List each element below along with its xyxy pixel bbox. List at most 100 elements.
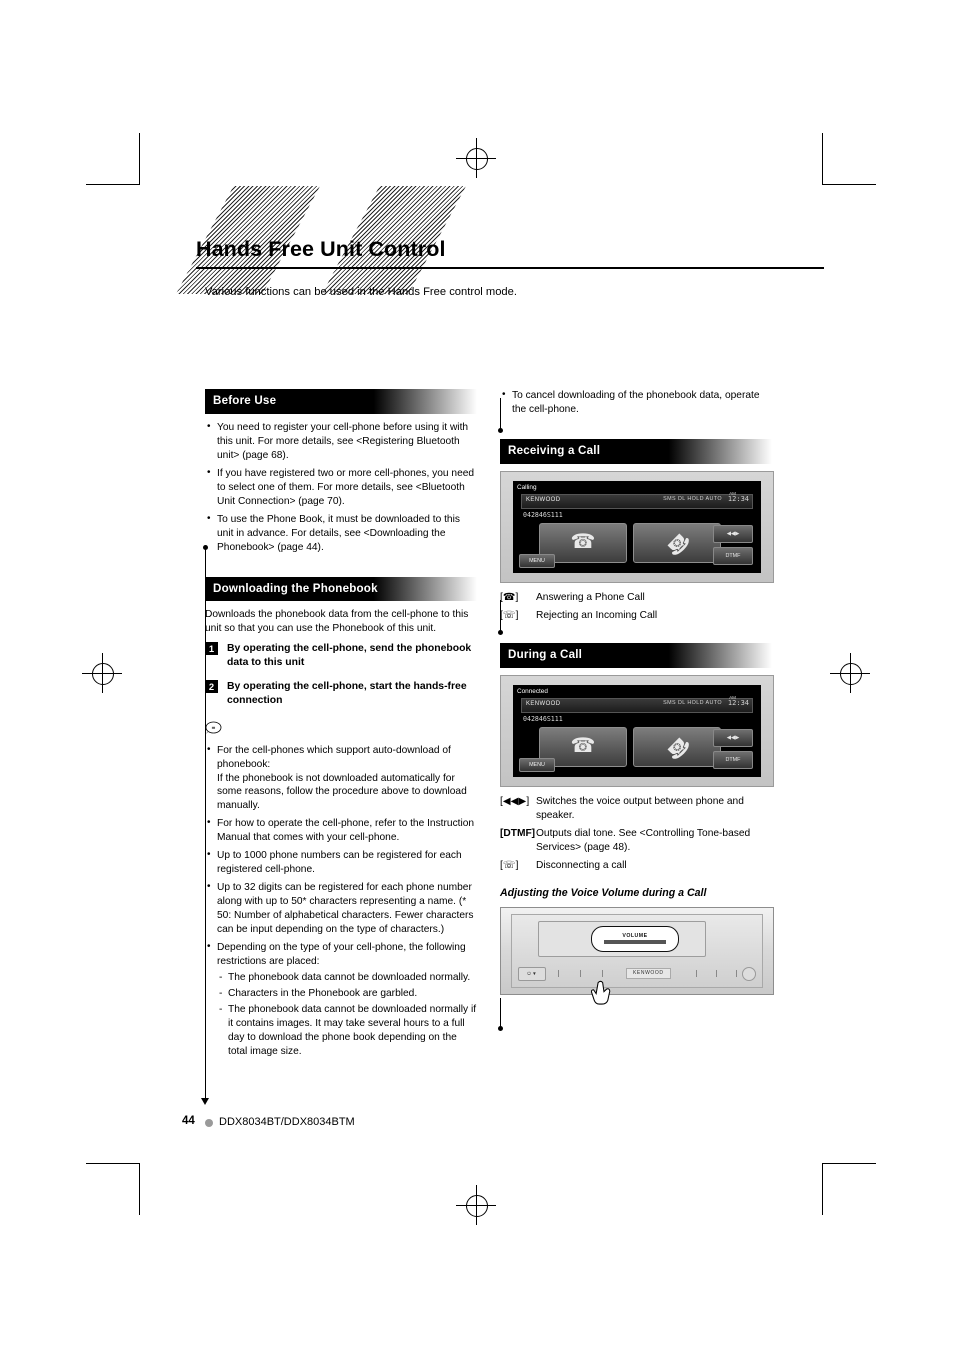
- screen-dtmf-button[interactable]: DTMF: [713, 546, 753, 565]
- screen-voice-output-button[interactable]: ◀◀▶: [713, 524, 753, 543]
- crop-mark-bl-v: [139, 1163, 140, 1215]
- registration-cross-top-h: [456, 158, 496, 159]
- legend-answer: [☎] Answering a Phone Call: [500, 591, 772, 605]
- faceplate-tick: [558, 969, 559, 977]
- phone-hangup-icon: ☎: [660, 526, 695, 560]
- page-title: Hands Free Unit Control: [196, 237, 446, 261]
- page-subtitle: Various functions can be used in the Han…: [205, 286, 517, 298]
- list-item: Characters in the Phonebook are garbled.: [217, 987, 477, 1001]
- list-item: Up to 32 digits can be registered for ea…: [205, 880, 477, 937]
- crop-mark-bl-h: [86, 1163, 140, 1164]
- screen-voice-output-button[interactable]: ◀◀▶: [713, 728, 753, 747]
- legend-reject: [☏] Rejecting an Incoming Call: [500, 609, 772, 623]
- section-heading-receiving-call: Receiving a Call: [500, 438, 772, 464]
- faceplate-button-row: ⏻ ▼ KENWOOD: [518, 966, 756, 981]
- volume-bar: [604, 939, 666, 944]
- list-item-text: Depending on the type of your cell-phone…: [217, 942, 466, 968]
- footer-dot: [205, 1119, 213, 1127]
- phone-handset-icon: [☎]: [500, 591, 519, 603]
- step-number: 2: [205, 679, 218, 693]
- faceplate-volume-knob[interactable]: [742, 966, 756, 981]
- crop-mark-tr-h: [822, 184, 876, 185]
- crop-mark-tl-h: [86, 184, 140, 185]
- screen-display: Calling KENWOOD SMS DL HOLD AUTO AM 12:3…: [513, 480, 761, 573]
- screen-dtmf-button[interactable]: DTMF: [713, 750, 753, 769]
- crop-mark-br-v: [822, 1163, 823, 1215]
- screen-phone-number: 042846S111: [523, 510, 563, 519]
- list-item: Depending on the type of your cell-phone…: [205, 940, 477, 1059]
- left-guide-arrow: [201, 1098, 209, 1105]
- list-item: You need to register your cell-phone bef…: [205, 420, 477, 463]
- screen-menu-button[interactable]: MENU: [519, 757, 555, 772]
- list-item: To cancel downloading of the phonebook d…: [500, 388, 772, 417]
- right-column: To cancel downloading of the phonebook d…: [500, 388, 774, 1005]
- downloading-intro: Downloads the phonebook data from the ce…: [205, 609, 469, 635]
- note-icon: ≡: [205, 721, 222, 734]
- footer-page-number: 44: [182, 1115, 195, 1127]
- phone-hangup-icon: [☏]: [500, 859, 519, 871]
- legend-dtmf-text: Outputs dial tone. See <Controlling Tone…: [536, 827, 751, 853]
- screen-hangup-button[interactable]: ☎: [633, 726, 721, 767]
- screen-clock: 12:34: [727, 494, 749, 503]
- step-2: 2 By operating the cell-phone, start the…: [205, 679, 477, 708]
- screen-phone-number: 042846S111: [523, 714, 563, 723]
- list-item: The phonebook data cannot be downloaded …: [217, 1003, 477, 1059]
- screen-status-label: Calling: [517, 483, 537, 491]
- screen-status-bar: KENWOOD SMS DL HOLD AUTO AM 12:34: [521, 491, 753, 509]
- downloading-note-sub-bullets: The phonebook data cannot be downloaded …: [217, 971, 477, 1059]
- legend-answer-text: Answering a Phone Call: [536, 591, 645, 603]
- right-guide-dot-3: [498, 1026, 503, 1031]
- screen-brand: KENWOOD: [526, 700, 561, 707]
- section-heading-downloading-phonebook: Downloading the Phonebook: [205, 576, 477, 602]
- left-column: Before Use You need to register your cel…: [205, 389, 477, 1069]
- faceplate-tick: [580, 969, 581, 977]
- registration-mark-left: [92, 663, 114, 685]
- legend-reject-text: Rejecting an Incoming Call: [536, 609, 658, 621]
- screen-during-call: Connected KENWOOD SMS DL HOLD AUTO AM 12…: [500, 674, 774, 787]
- title-rule: [196, 267, 824, 269]
- list-item: The phonebook data cannot be downloaded …: [217, 971, 477, 985]
- registration-mark-bottom: [466, 1195, 488, 1217]
- step-1: 1 By operating the cell-phone, send the …: [205, 642, 477, 670]
- faceplate-tick: [602, 969, 603, 977]
- footer-model-name: DDX8034BT/DDX8034BTM: [219, 1116, 355, 1128]
- right-top-bullets: To cancel downloading of the phonebook d…: [500, 388, 772, 417]
- svg-text:≡: ≡: [211, 725, 215, 731]
- list-item: For how to operate the cell-phone, refer…: [205, 816, 477, 845]
- manual-page: Hands Free Unit Control Various function…: [0, 0, 954, 1350]
- legend-dtmf: [DTMF] Outputs dial tone. See <Controlli…: [500, 827, 772, 855]
- hand-pointer-icon: [590, 980, 611, 1005]
- crop-mark-br-h: [822, 1163, 876, 1164]
- registration-mark-right: [840, 663, 862, 685]
- faceplate-tick: [736, 969, 737, 977]
- list-item: Up to 1000 phone numbers can be register…: [205, 848, 477, 877]
- registration-cross-bottom-h: [456, 1205, 496, 1206]
- screen-brand: KENWOOD: [526, 496, 561, 503]
- list-item: If you have registered two or more cell-…: [205, 466, 477, 509]
- list-item: For the cell-phones which support auto-d…: [205, 743, 477, 814]
- step-text: By operating the cell-phone, send the ph…: [227, 643, 472, 669]
- faceplate-tick: [696, 969, 697, 977]
- screen-menu-button[interactable]: MENU: [519, 553, 555, 568]
- legend-dtmf-key: [DTMF]: [500, 827, 536, 839]
- step-number: 1: [205, 642, 218, 656]
- registration-cross-left-h: [82, 673, 122, 674]
- section-heading-before-use: Before Use: [205, 389, 477, 414]
- faceplate-screen: VOLUME: [538, 920, 706, 957]
- screen-clock: 12:34: [727, 698, 749, 707]
- subheading-adjusting-volume: Adjusting the Voice Volume during a Call: [500, 887, 707, 900]
- screen-status-bar: KENWOOD SMS DL HOLD AUTO AM 12:34: [521, 695, 753, 713]
- faceplate-power-knob[interactable]: ⏻ ▼: [518, 966, 546, 981]
- screen-status-label: Connected: [517, 687, 548, 695]
- registration-cross-right-h: [830, 673, 870, 674]
- downloading-note-bullets: For the cell-phones which support auto-d…: [205, 743, 477, 1059]
- legend-disconnect: [☏] Disconnecting a call: [500, 859, 772, 873]
- before-use-bullets: You need to register your cell-phone bef…: [205, 420, 477, 555]
- faceplate-body: VOLUME ⏻ ▼ KENWOOD: [511, 913, 763, 988]
- screen-receiving-call: Calling KENWOOD SMS DL HOLD AUTO AM 12:3…: [500, 470, 774, 583]
- section-heading-during-call: During a Call: [500, 642, 772, 668]
- phone-hangup-icon: ☎: [660, 730, 695, 764]
- screen-display: Connected KENWOOD SMS DL HOLD AUTO AM 12…: [513, 684, 761, 777]
- legend-voice-output: [◀◀▶] Switches the voice output between …: [500, 795, 772, 823]
- screen-reject-button[interactable]: ☎: [633, 522, 721, 563]
